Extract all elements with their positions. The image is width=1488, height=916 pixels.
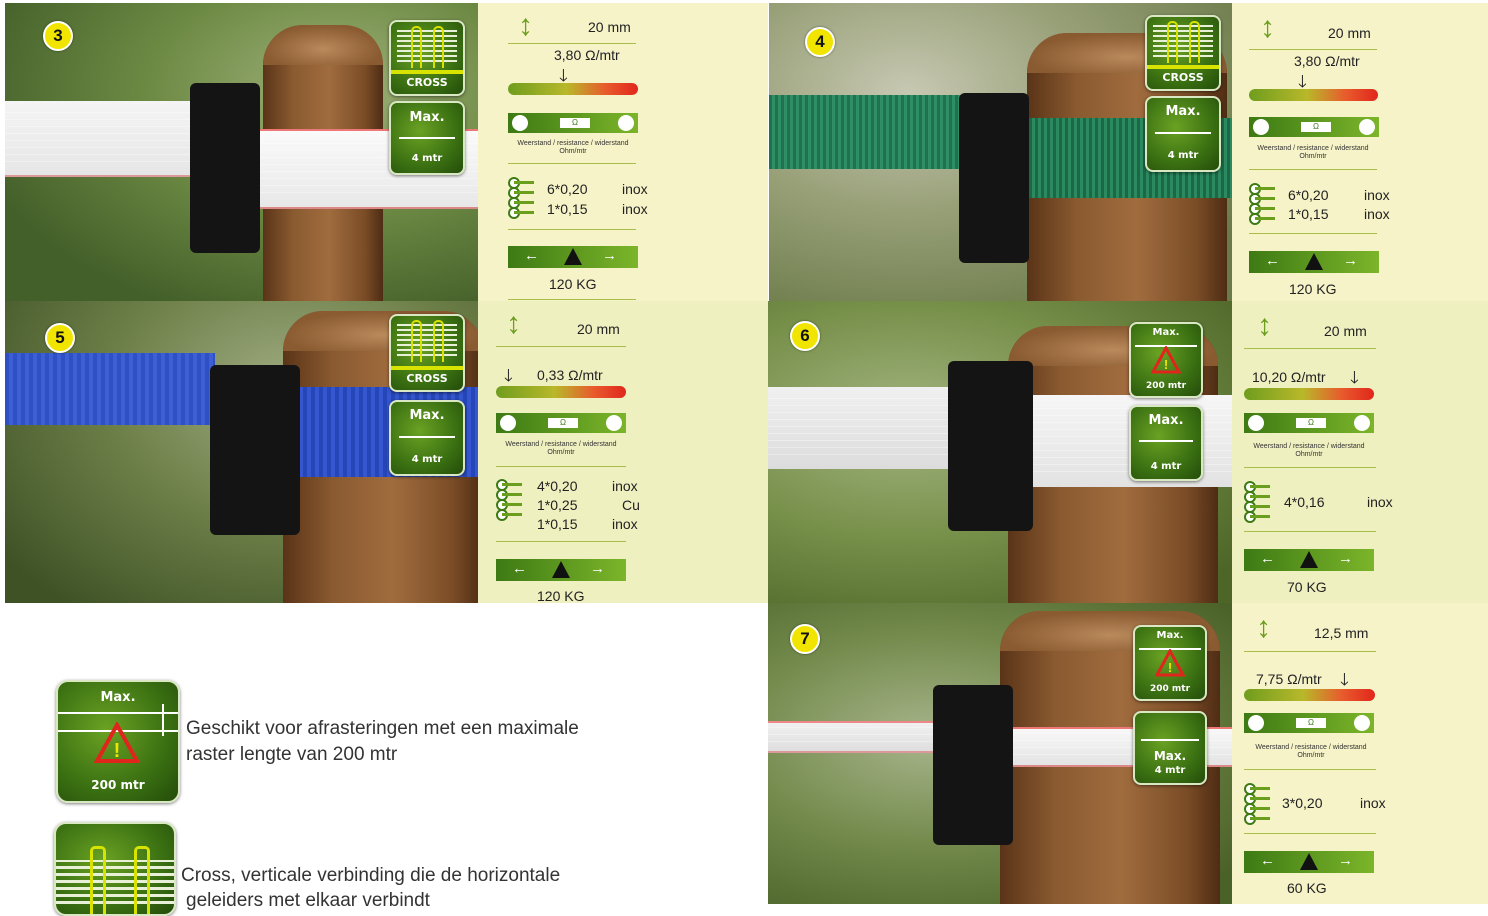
max-length-badge: Max. 4 mtr [389, 400, 465, 476]
conductor-icon [1244, 481, 1270, 523]
resistance-scale [1244, 689, 1375, 701]
resistance-scale [1249, 89, 1378, 101]
spec-panel-3: ↕ 20 mm 3,80 Ω/mtr 🡓 Ω Weerstand / resis… [478, 3, 768, 301]
conductor-icon [1244, 783, 1270, 825]
width-icon: ↕ [506, 307, 521, 340]
spec-panel-4: ↕ 20 mm 3,80 Ω/mtr 🡓 Ω Weerstand / resis… [1232, 3, 1488, 301]
spec-panel-5: ↕ 20 mm 🡓 0,33 Ω/mtr Ω Weerstand / resis… [478, 301, 769, 604]
tensile-strength-icon: ← → [1249, 251, 1379, 273]
warning-icon: ! [1151, 346, 1181, 374]
resistance-icon: Ω [1244, 713, 1374, 733]
legend-cross-text-1: Cross, verticale verbinding die de horiz… [181, 865, 561, 886]
warning-icon: ! [1155, 649, 1185, 677]
fence-tape [768, 387, 978, 469]
insulator [948, 361, 1033, 531]
resistance-icon: Ω [496, 413, 626, 433]
resistance-icon: Ω [508, 113, 638, 133]
svg-text:!: ! [114, 740, 121, 762]
product-number-badge: 7 [790, 624, 820, 654]
svg-text:!: ! [1168, 660, 1172, 675]
fence-tape [5, 353, 215, 425]
product-photo-5: 5 CROSS Max. 4 mtr [5, 301, 478, 603]
product-number-badge: 6 [790, 321, 820, 351]
width-icon: ↕ [1257, 309, 1272, 342]
tensile-strength-icon: ← → [496, 559, 626, 581]
product-photo-3: 3 CROSS Max. 4 mtr [5, 3, 478, 301]
resistance-scale [496, 386, 626, 398]
svg-text:!: ! [1164, 357, 1168, 372]
cross-badge: CROSS [1145, 15, 1221, 91]
product-photo-4: 4 CROSS Max. 4 mtr [769, 3, 1232, 301]
legend-max-text-2: raster lengte van 200 mtr [186, 744, 398, 765]
resistance-scale [1244, 388, 1374, 400]
max-length-badge: Max. 4 mtr [389, 101, 465, 175]
max-200-badge: Max. ! 200 mtr [1133, 625, 1207, 701]
max-length-badge: Max. 4 mtr [1145, 96, 1221, 172]
width-icon: ↕ [1256, 611, 1271, 644]
max-200-badge: Max. ! 200 mtr [1129, 322, 1203, 398]
max-length-badge: Max. 4 mtr [1133, 711, 1207, 785]
legend-max-200-badge: Max. ! 200 mtr [56, 680, 180, 803]
product-number-badge: 4 [805, 27, 835, 57]
cross-badge: CROSS [389, 20, 465, 96]
insulator [933, 685, 1013, 845]
spec-panel-6: ↕ 20 mm 10,20 Ω/mtr 🡓 Ω Weerstand / resi… [1232, 301, 1488, 603]
fence-tape [769, 95, 969, 169]
tensile-strength-icon: ← → [1244, 851, 1374, 873]
resistance-icon: Ω [1244, 413, 1374, 433]
strength-value: 120 KG [549, 276, 597, 292]
conductor-icon [508, 177, 534, 219]
max-length-badge: Max. 4 mtr [1129, 405, 1203, 481]
conductor-icon [496, 479, 522, 521]
tensile-strength-icon: ← → [1244, 549, 1374, 571]
width-icon: ↕ [1260, 11, 1275, 44]
width-value: 20 mm [588, 19, 631, 35]
product-number-badge: 3 [43, 21, 73, 51]
insulator [210, 365, 300, 535]
cross-badge: CROSS [389, 314, 465, 392]
product-photo-7: 7 Max. ! 200 mtr Max. 4 mtr [768, 603, 1232, 904]
tensile-strength-icon: ← → [508, 246, 638, 268]
insulator [959, 93, 1029, 263]
product-number-badge: 5 [45, 323, 75, 353]
insulator [190, 83, 260, 253]
resistance-icon: Ω [1249, 117, 1379, 137]
resistance-scale [508, 83, 638, 95]
legend-cross-text-2: geleiders met elkaar verbindt [186, 890, 430, 911]
product-photo-6: 6 Max. ! 200 mtr Max. 4 mtr [768, 301, 1232, 603]
width-icon: ↕ [518, 9, 533, 42]
legend-max-text-1: Geschikt voor afrasteringen met een maxi… [186, 718, 579, 739]
conductor-icon [1249, 183, 1275, 225]
warning-icon: ! [94, 722, 140, 763]
spec-panel-7: ↕ 12,5 mm 7,75 Ω/mtr 🡓 Ω Weerstand / res… [1232, 603, 1488, 904]
resistance-value: 3,80 Ω/mtr [554, 47, 620, 63]
legend-cross-badge [54, 822, 176, 916]
